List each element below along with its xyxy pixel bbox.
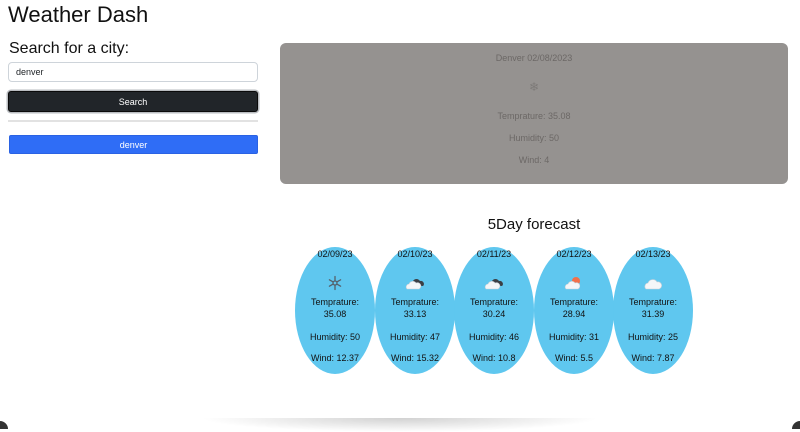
search-button[interactable]: Search [8, 91, 258, 112]
city-search-input[interactable] [8, 62, 258, 82]
cloud-icon [613, 275, 693, 291]
forecast-day-card: 02/12/23 Temprature: 28.94 Humidity: 31 … [534, 247, 614, 374]
forecast-day-card: 02/10/23 Temprature: 33.13 Humidity: 47 … [375, 247, 455, 374]
current-temperature: Temprature: 35.08 [497, 111, 571, 121]
current-humidity: Humidity: 50 [508, 133, 560, 143]
forecast-temp-label: Temprature: [390, 297, 440, 307]
partly-cloudy-icon [534, 275, 614, 291]
forecast-title: 5Day forecast [487, 216, 581, 233]
current-city-date: Denver 02/08/2023 [495, 53, 573, 63]
forecast-temp-label: Temprature: [628, 297, 678, 307]
forecast-date: 02/09/23 [317, 249, 353, 259]
forecast-date: 02/13/23 [635, 249, 671, 259]
forecast-humidity: Humidity: 25 [627, 332, 679, 342]
app-title: Weather Dash [8, 2, 149, 27]
snowflake-icon: ❄ [528, 80, 540, 94]
divider [8, 120, 258, 122]
forecast-day-card: 02/13/23 Temprature: 31.39 Humidity: 25 … [613, 247, 693, 374]
forecast-humidity: Humidity: 47 [389, 332, 441, 342]
current-wind: Wind: 4 [518, 155, 550, 165]
forecast-date: 02/12/23 [556, 249, 592, 259]
forecast-date: 02/11/23 [476, 249, 512, 259]
forecast-wind: Wind: 15.32 [390, 353, 440, 363]
search-label: Search for a city: [9, 40, 130, 57]
window-corner [0, 421, 8, 429]
history-button-denver[interactable]: denver [9, 135, 258, 154]
forecast-temp: 35.08 [323, 309, 347, 319]
broken-clouds-icon [375, 275, 455, 291]
forecast-wind: Wind: 7.87 [631, 353, 675, 363]
bottom-shadow [200, 418, 600, 432]
forecast-date: 02/10/23 [397, 249, 433, 259]
forecast-temp: 28.94 [562, 309, 586, 319]
forecast-temp-label: Temprature: [469, 297, 519, 307]
forecast-humidity: Humidity: 46 [468, 332, 520, 342]
forecast-temp: 31.39 [641, 309, 665, 319]
forecast-wind: Wind: 12.37 [310, 353, 360, 363]
snowflake-icon [295, 275, 375, 291]
forecast-humidity: Humidity: 50 [309, 332, 361, 342]
broken-clouds-icon [454, 275, 534, 291]
forecast-temp-label: Temprature: [310, 297, 360, 307]
forecast-wind: Wind: 10.8 [472, 353, 516, 363]
forecast-temp: 33.13 [403, 309, 427, 319]
forecast-temp-label: Temprature: [549, 297, 599, 307]
forecast-day-card: 02/09/23 Temprature: 35.08 Humidity: 50 … [295, 247, 375, 374]
current-weather-card: Denver 02/08/2023 ❄ Temprature: 35.08 Hu… [280, 43, 788, 184]
forecast-wind: Wind: 5.5 [554, 353, 594, 363]
forecast-day-card: 02/11/23 Temprature: 30.24 Humidity: 46 … [454, 247, 534, 374]
forecast-humidity: Humidity: 31 [548, 332, 600, 342]
window-corner [792, 421, 800, 429]
forecast-temp: 30.24 [482, 309, 506, 319]
